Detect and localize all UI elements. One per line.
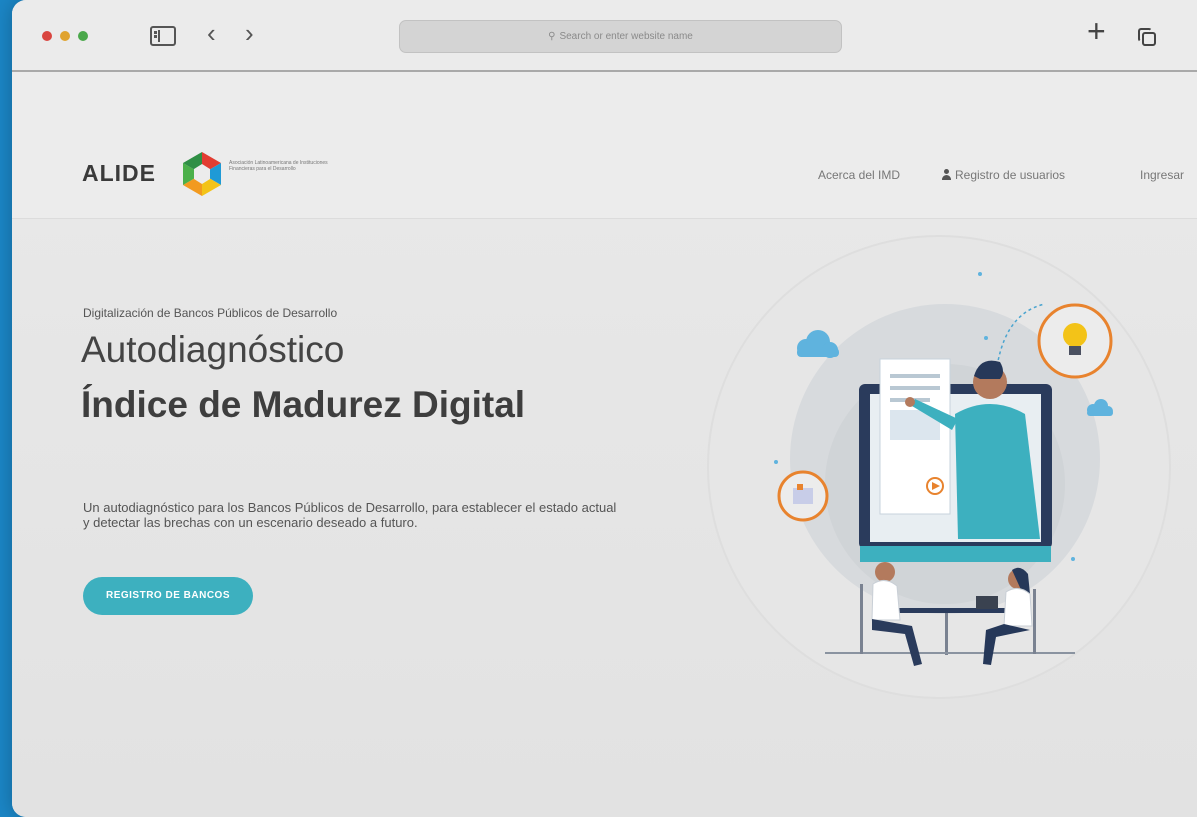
browser-toolbar: ‹ › ⚲ Search or enter website name +	[12, 0, 1197, 72]
tab-overview-icon[interactable]	[1138, 28, 1156, 46]
maximize-window-button[interactable]	[78, 31, 88, 41]
user-icon	[941, 169, 952, 180]
hero-title-line1: Autodiagnóstico	[81, 329, 345, 370]
address-placeholder: Search or enter website name	[559, 31, 693, 42]
forward-arrow-icon[interactable]: ›	[245, 20, 254, 46]
address-bar[interactable]: ⚲ Search or enter website name	[399, 20, 842, 53]
close-window-button[interactable]	[42, 31, 52, 41]
back-arrow-icon[interactable]: ‹	[207, 20, 216, 46]
hero-kicker: Digitalización de Bancos Públicos de Des…	[83, 306, 338, 320]
minimize-window-button[interactable]	[60, 31, 70, 41]
browser-window: ‹ › ⚲ Search or enter website name + ALID…	[12, 0, 1197, 817]
register-banks-button[interactable]: REGISTRO DE BANCOS	[83, 577, 253, 615]
web-page: ALIDE Asociación Latinoamericana de Inst…	[12, 72, 1197, 817]
alide-logo-icon[interactable]	[178, 150, 226, 198]
site-header: ALIDE Asociación Latinoamericana de Inst…	[12, 72, 1197, 219]
sidebar-toggle-icon[interactable]	[150, 26, 176, 46]
nav-login-link[interactable]: Ingresar	[1140, 168, 1184, 182]
alide-logo-text[interactable]: ALIDE	[82, 160, 156, 187]
hero-description: Un autodiagnóstico para los Bancos Públi…	[83, 500, 617, 530]
new-tab-plus-icon[interactable]: +	[1087, 15, 1106, 47]
logo-tagline: Asociación Latinoamericana de Institucio…	[229, 160, 328, 172]
search-icon: ⚲	[548, 31, 556, 42]
nav-register-users-link[interactable]: Registro de usuarios	[941, 168, 1065, 182]
hero-title-line2: Índice de Madurez Digital	[81, 384, 526, 425]
nav-register-users-label: Registro de usuarios	[955, 168, 1066, 182]
hero-illustration	[707, 235, 1171, 699]
nav-about-link[interactable]: Acerca del IMD	[818, 168, 900, 182]
